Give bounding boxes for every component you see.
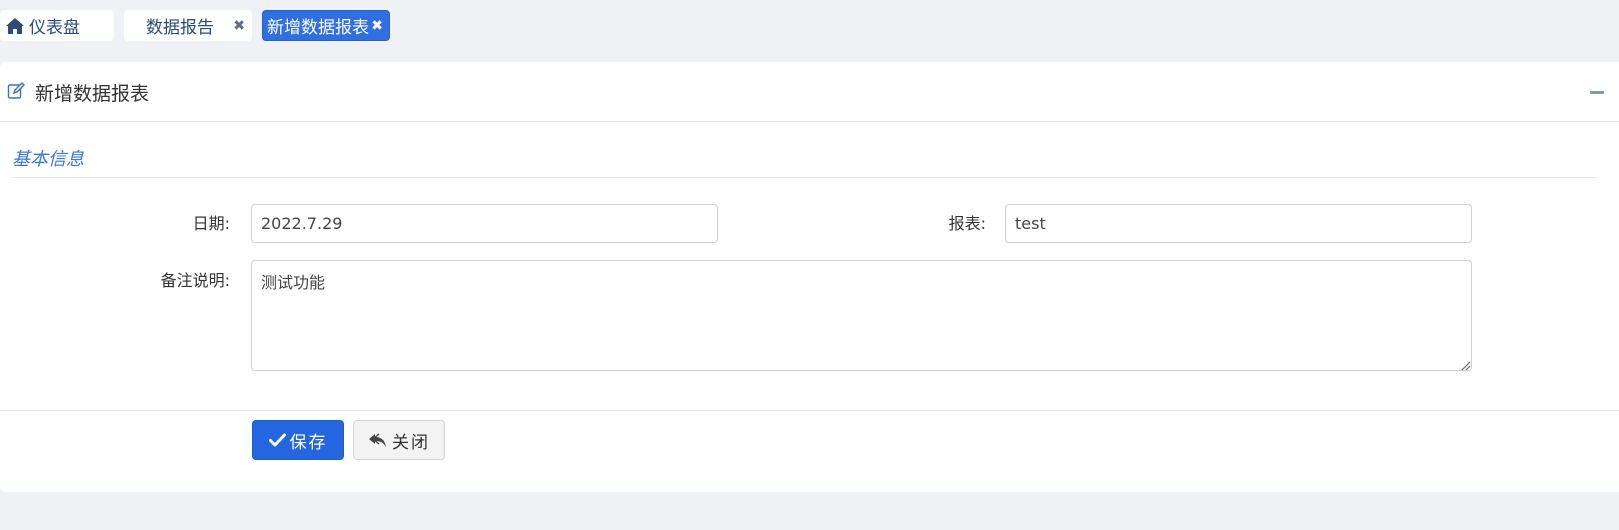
home-icon — [5, 17, 25, 35]
check-icon — [268, 433, 286, 447]
edit-icon — [7, 82, 25, 104]
close-icon[interactable]: ✖ — [233, 18, 245, 34]
date-label: 日期: — [192, 214, 230, 233]
tab-data-report[interactable]: 数据报告 ✖ — [124, 10, 252, 41]
footer-divider — [0, 410, 1619, 411]
close-icon[interactable]: ✖ — [371, 18, 383, 34]
section-divider — [12, 177, 1597, 178]
panel-header: 新增数据报表 — [0, 62, 1619, 122]
notes-label: 备注说明: — [160, 271, 230, 290]
save-button[interactable]: 保存 — [252, 420, 344, 460]
report-field[interactable] — [1005, 204, 1472, 243]
tab-label: 仪表盘 — [29, 18, 80, 38]
tab-label: 新增数据报表 — [267, 18, 369, 38]
section-title: 基本信息 — [12, 149, 84, 170]
resize-handle-icon[interactable] — [1459, 356, 1471, 371]
tab-bar: 仪表盘 数据报告 ✖ 新增数据报表 ✖ — [0, 0, 1619, 52]
date-field[interactable] — [251, 204, 718, 243]
reply-icon — [368, 432, 388, 448]
report-label: 报表: — [948, 214, 986, 233]
minus-icon[interactable] — [1585, 78, 1609, 106]
notes-textarea[interactable]: 测试功能 — [251, 260, 1472, 371]
tab-label: 数据报告 — [146, 18, 214, 38]
close-button[interactable]: 关闭 — [353, 420, 445, 460]
panel-title: 新增数据报表 — [35, 83, 150, 105]
tab-new-data-report[interactable]: 新增数据报表 ✖ — [262, 10, 390, 41]
close-button-label: 关闭 — [392, 432, 430, 453]
save-button-label: 保存 — [289, 432, 328, 453]
tab-dashboard[interactable]: 仪表盘 — [0, 10, 114, 41]
form-panel: 新增数据报表 基本信息 日期: 报表: 备注说明: 测试功能 保存 关闭 — [0, 62, 1619, 492]
